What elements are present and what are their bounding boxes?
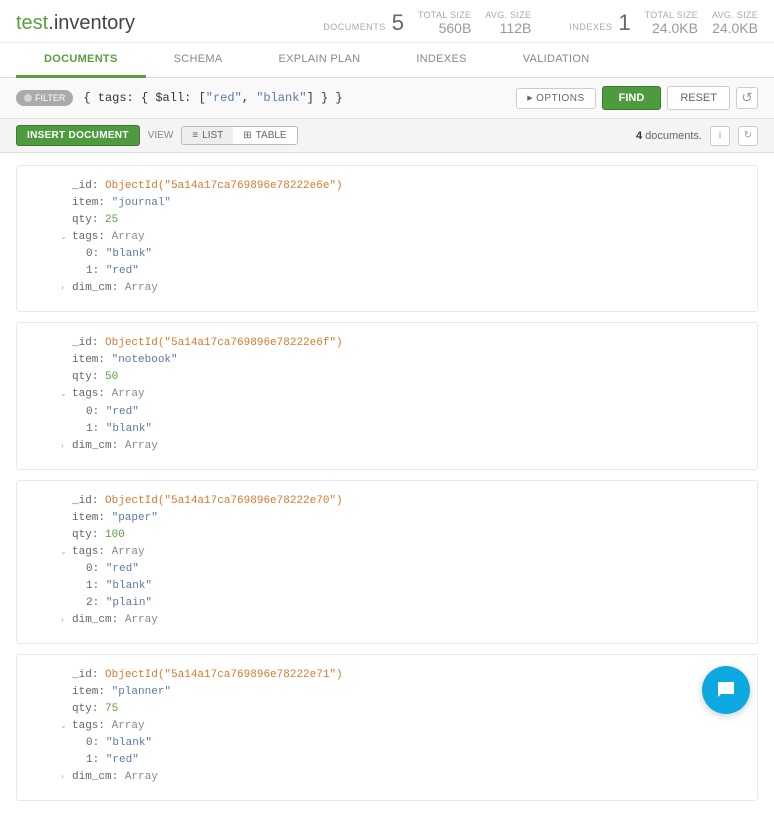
view-list-button[interactable]: ≡LIST (182, 127, 233, 144)
filter-input[interactable]: { tags: { $all: ["red", "blank"] } } (79, 87, 510, 109)
filter-pill[interactable]: FILTER (16, 90, 73, 106)
find-button[interactable]: FIND (602, 86, 662, 110)
collapse-icon[interactable]: ⌄ (60, 389, 67, 401)
tab-schema[interactable]: SCHEMA (146, 43, 251, 77)
document-card[interactable]: _id: ObjectId("5a14a17ca769896e78222e6e"… (16, 165, 758, 312)
expand-icon[interactable]: › (60, 615, 65, 627)
document-card[interactable]: _id: ObjectId("5a14a17ca769896e78222e6f"… (16, 322, 758, 469)
result-count: 4 documents. (636, 130, 702, 142)
reset-button[interactable]: RESET (667, 86, 730, 110)
history-button[interactable]: ↺ (736, 87, 758, 109)
collection-stats: DOCUMENTS5 TOTAL SIZE560B AVG. SIZE112B … (323, 10, 758, 36)
insert-document-button[interactable]: INSERT DOCUMENT (16, 125, 140, 146)
tab-indexes[interactable]: INDEXES (388, 43, 494, 77)
tab-validation[interactable]: VALIDATION (495, 43, 618, 77)
tab-explain[interactable]: EXPLAIN PLAN (250, 43, 388, 77)
info-icon: i (719, 130, 721, 141)
expand-icon[interactable]: › (60, 772, 65, 784)
collapse-icon[interactable]: ⌄ (60, 547, 67, 559)
chat-widget[interactable] (702, 666, 750, 714)
doc-count: DOCUMENTS5 (323, 10, 404, 36)
view-table-button[interactable]: ⊞TABLE (233, 127, 296, 144)
info-button[interactable]: i (710, 126, 730, 146)
expand-icon[interactable]: › (60, 441, 65, 453)
view-toggle: ≡LIST ⊞TABLE (181, 126, 297, 145)
namespace: test.inventory (16, 12, 135, 35)
expand-icon[interactable]: › (60, 283, 65, 295)
index-count: INDEXES1 (569, 10, 630, 36)
document-card[interactable]: _id: ObjectId("5a14a17ca769896e78222e70"… (16, 480, 758, 644)
table-icon: ⊞ (243, 130, 251, 141)
chat-icon (714, 678, 738, 702)
options-button[interactable]: ▶OPTIONS (516, 88, 595, 109)
tab-documents[interactable]: DOCUMENTS (16, 43, 146, 78)
view-label: VIEW (148, 130, 174, 141)
history-icon: ↺ (741, 90, 752, 106)
refresh-icon: ↻ (744, 130, 752, 141)
collapse-icon[interactable]: ⌄ (60, 232, 67, 244)
refresh-button[interactable]: ↻ (738, 126, 758, 146)
list-icon: ≡ (192, 130, 198, 141)
collapse-icon[interactable]: ⌄ (60, 721, 67, 733)
document-card[interactable]: _id: ObjectId("5a14a17ca769896e78222e71"… (16, 654, 758, 801)
